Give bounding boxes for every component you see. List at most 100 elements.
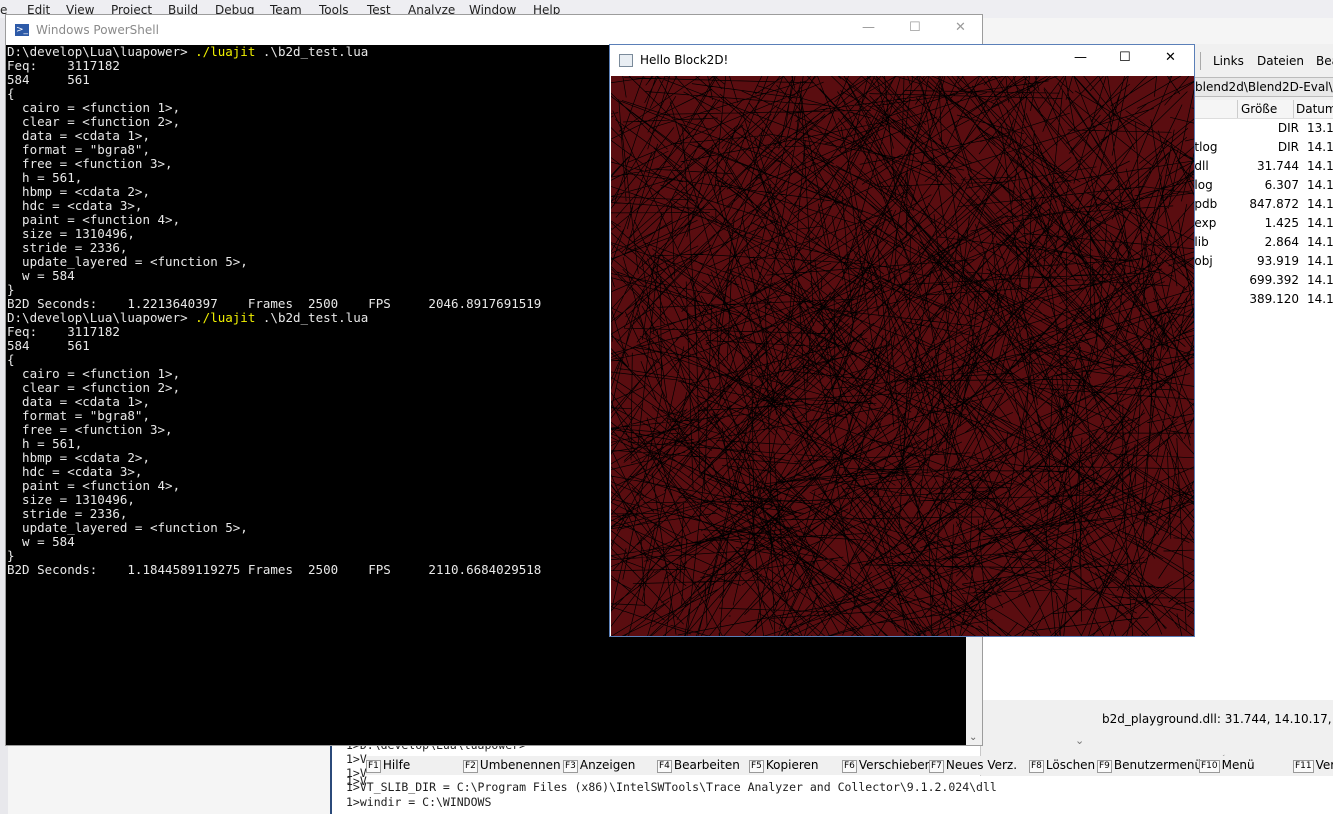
fkey-action: Löschen bbox=[1045, 758, 1096, 772]
file-size: 699.392 bbox=[1249, 273, 1299, 287]
console-line: hbmp = <cdata 2>, bbox=[7, 184, 150, 199]
fkey-f7-button[interactable]: F7 Neues Verz. bbox=[929, 758, 1017, 773]
console-line: clear = <function 2>, bbox=[7, 114, 181, 129]
maximize-icon[interactable]: ☐ bbox=[909, 20, 921, 35]
file-date: 14.10 bbox=[1307, 273, 1333, 287]
fkey-action: Menü bbox=[1221, 758, 1255, 772]
column-divider bbox=[1293, 100, 1294, 118]
fkey-label: F3 bbox=[563, 760, 578, 773]
path-bar[interactable]: blend2d\Blend2D-Eval\b2d bbox=[1195, 77, 1333, 97]
fkey-label: F10 bbox=[1199, 760, 1220, 773]
fkey-label: F9 bbox=[1097, 760, 1112, 773]
powershell-icon: >_ bbox=[15, 24, 29, 36]
console-line: B2D Seconds: 1.1844589119275 Frames 2500… bbox=[7, 562, 542, 577]
status-bar: b2d_playground.dll: 31.744, 14.10.17, 19… bbox=[1099, 710, 1333, 728]
file-date: 14.10 bbox=[1307, 292, 1333, 306]
file-size: 2.864 bbox=[1264, 235, 1299, 249]
fkey-f10-button[interactable]: F10 Menü bbox=[1199, 758, 1255, 773]
maximize-icon[interactable]: ☐ bbox=[1119, 50, 1131, 65]
fkey-f5-button[interactable]: F5 Kopieren bbox=[749, 758, 819, 773]
window-title: Windows PowerShell bbox=[36, 23, 159, 37]
console-line: 584 561 bbox=[7, 338, 90, 353]
file-size: 389.120 bbox=[1249, 292, 1299, 306]
console-line: data = <cdata 1>, bbox=[7, 394, 150, 409]
console-line: h = 561, bbox=[7, 436, 83, 451]
console-line: stride = 2336, bbox=[7, 506, 128, 521]
console-line: size = 1310496, bbox=[7, 492, 135, 507]
fkey-action: Anzeigen bbox=[579, 758, 636, 772]
file-date: 14.10 bbox=[1307, 216, 1333, 230]
minimize-icon[interactable]: — bbox=[862, 20, 875, 35]
file-date: 14.10 bbox=[1307, 140, 1333, 154]
file-size: 31.744 bbox=[1257, 159, 1299, 173]
output-line: 1>windir = C:\WINDOWS bbox=[346, 795, 492, 809]
close-icon[interactable]: ✕ bbox=[1165, 50, 1176, 65]
console-line: format = "bgra8", bbox=[7, 408, 150, 423]
minimize-icon[interactable]: — bbox=[1074, 50, 1087, 65]
console-line: { bbox=[7, 86, 15, 101]
menu-bearbeiten[interactable]: Bear bbox=[1316, 54, 1333, 68]
fkey-f9-button[interactable]: F9 Benutzermenü bbox=[1097, 758, 1202, 773]
fkey-action: Verschieben bbox=[858, 758, 933, 772]
output-line: 1>V bbox=[346, 752, 367, 766]
chevron-down-icon[interactable]: ⌄ bbox=[1075, 734, 1084, 747]
fkey-f1-button[interactable]: F1 Hilfe bbox=[366, 758, 410, 773]
console-line: hbmp = <cdata 2>, bbox=[7, 450, 150, 465]
command-text: ./luajit bbox=[195, 310, 256, 325]
argument-text: .\b2d_test.lua bbox=[255, 310, 369, 325]
console-line: update_layered = <function 5>, bbox=[7, 254, 248, 269]
chevron-down-icon[interactable]: ⌄ bbox=[969, 732, 977, 743]
file-date: 14.10 bbox=[1307, 235, 1333, 249]
console-line: w = 584 bbox=[7, 268, 75, 283]
console-line: cairo = <function 1>, bbox=[7, 100, 181, 115]
close-icon[interactable]: ✕ bbox=[955, 20, 966, 35]
powershell-titlebar[interactable]: >_ Windows PowerShell — ☐ ✕ bbox=[6, 15, 982, 45]
output-line: 1>VT_SLIB_DIR = C:\Program Files (x86)\I… bbox=[346, 780, 997, 794]
column-date[interactable]: Datum bbox=[1296, 102, 1333, 116]
fkey-label: F5 bbox=[749, 760, 764, 773]
console-line: format = "bgra8", bbox=[7, 142, 150, 157]
fkey-label: F7 bbox=[929, 760, 944, 773]
console-line: D:\develop\Lua\luapower> ./luajit .\b2d_… bbox=[7, 311, 368, 325]
fkey-action: Neues Verz. bbox=[945, 758, 1018, 772]
file-date: 13.10 bbox=[1307, 121, 1333, 135]
console-line: h = 561, bbox=[7, 170, 83, 185]
file-date: 14.10 bbox=[1307, 254, 1333, 268]
prompt-text: D:\develop\Lua\luapower> bbox=[7, 44, 196, 59]
menu-separator bbox=[1200, 52, 1201, 70]
console-line: 584 561 bbox=[7, 72, 90, 87]
console-line: D:\develop\Lua\luapower> ./luajit .\b2d_… bbox=[7, 45, 368, 59]
console-line: size = 1310496, bbox=[7, 226, 135, 241]
console-line: } bbox=[7, 548, 15, 563]
fkey-f4-button[interactable]: F4 Bearbeiten bbox=[657, 758, 740, 773]
file-size: 847.872 bbox=[1249, 197, 1299, 211]
console-line: stride = 2336, bbox=[7, 240, 128, 255]
fkey-f2-button[interactable]: F2 Umbenennen bbox=[463, 758, 561, 773]
column-size[interactable]: Größe bbox=[1241, 102, 1277, 116]
console-line: free = <function 3>, bbox=[7, 422, 173, 437]
fkey-f6-button[interactable]: F6 Verschieben bbox=[842, 758, 932, 773]
fkey-f11-button[interactable]: F11Verb bbox=[1293, 758, 1333, 773]
console-line: update_layered = <function 5>, bbox=[7, 520, 248, 535]
fkey-action: Hilfe bbox=[382, 758, 411, 772]
menu-links[interactable]: Links bbox=[1213, 54, 1244, 68]
block2d-titlebar[interactable]: Hello Block2D! — ☐ ✕ bbox=[610, 45, 1194, 75]
fkey-f8-button[interactable]: F8 Löschen bbox=[1029, 758, 1095, 773]
file-size: 6.307 bbox=[1264, 178, 1299, 192]
fkey-label: F1 bbox=[366, 760, 381, 773]
prompt-text: D:\develop\Lua\luapower> bbox=[7, 310, 196, 325]
console-line: data = <cdata 1>, bbox=[7, 128, 150, 143]
column-divider bbox=[1237, 100, 1238, 118]
console-line: paint = <function 4>, bbox=[7, 212, 181, 227]
file-date: 14.10 bbox=[1307, 197, 1333, 211]
fkey-action: Benutzermenü bbox=[1113, 758, 1203, 772]
function-key-bar: F1 Hilfe F2 Umbenennen F3 Anzeigen F4 Bearbeite… bbox=[366, 756, 1333, 775]
menu-dateien[interactable]: Dateien bbox=[1257, 54, 1304, 68]
render-canvas[interactable] bbox=[611, 76, 1194, 636]
console-line: { bbox=[7, 352, 15, 367]
console-line: clear = <function 2>, bbox=[7, 380, 181, 395]
fkey-f3-button[interactable]: F3 Anzeigen bbox=[563, 758, 635, 773]
argument-text: .\b2d_test.lua bbox=[255, 44, 369, 59]
fkey-label: F2 bbox=[463, 760, 478, 773]
file-size: 93.919 bbox=[1257, 254, 1299, 268]
